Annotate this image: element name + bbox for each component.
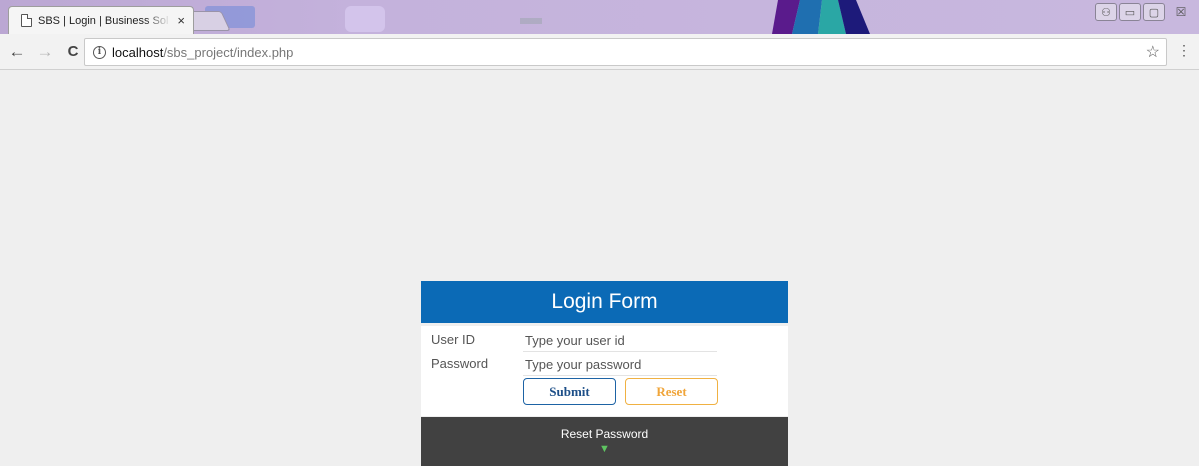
address-bar[interactable]: i localhost/sbs_project/index.php ☆ — [84, 38, 1167, 66]
tab-close-icon[interactable]: × — [177, 13, 185, 28]
reset-password-toggle[interactable]: Reset Password ▼ — [421, 417, 788, 466]
page-icon — [21, 14, 32, 27]
background-decoration — [520, 18, 542, 24]
browser-menu-icon[interactable]: ⋮ — [1177, 43, 1191, 57]
browser-tab[interactable]: SBS | Login | Business Sol × — [8, 6, 194, 34]
window-close-icon[interactable]: ☒ — [1167, 3, 1195, 21]
user-id-row: User ID — [421, 330, 788, 352]
login-form-title: Login Form — [421, 281, 788, 323]
reset-button[interactable]: Reset — [625, 378, 718, 405]
chevron-down-icon: ▼ — [599, 443, 610, 455]
password-input[interactable] — [523, 354, 717, 376]
password-row: Password — [421, 354, 788, 376]
url-host: localhost — [112, 44, 164, 60]
minimize-icon[interactable]: ▭ — [1119, 3, 1141, 21]
login-form-body: User ID Password Submit Reset — [421, 326, 788, 416]
background-decoration — [760, 0, 900, 34]
browser-toolbar: ← → C i localhost/sbs_project/index.php … — [0, 34, 1199, 70]
user-id-label: User ID — [431, 332, 476, 347]
tab-title: SBS | Login | Business Sol — [38, 14, 169, 27]
window-controls: ⚇ ▭ ▢ ☒ — [1095, 3, 1195, 21]
reset-password-label: Reset Password — [560, 427, 649, 441]
user-id-input[interactable] — [523, 330, 717, 352]
user-profile-icon[interactable]: ⚇ — [1095, 3, 1117, 21]
background-decoration — [345, 6, 385, 32]
url-path: /sbs_project/index.php — [163, 44, 294, 60]
reload-icon[interactable]: C — [62, 41, 84, 63]
password-label: Password — [431, 356, 489, 371]
forward-arrow-icon[interactable]: → — [34, 41, 56, 63]
browser-titlebar: SBS | Login | Business Sol × ⚇ ▭ ▢ ☒ — [0, 0, 1199, 34]
login-form: Login Form User ID Password Submit Reset… — [421, 281, 788, 466]
bookmark-star-icon[interactable]: ☆ — [1146, 42, 1160, 62]
back-arrow-icon[interactable]: ← — [6, 41, 28, 63]
info-icon[interactable]: i — [93, 45, 106, 59]
maximize-icon[interactable]: ▢ — [1143, 3, 1165, 21]
submit-button[interactable]: Submit — [523, 378, 616, 405]
